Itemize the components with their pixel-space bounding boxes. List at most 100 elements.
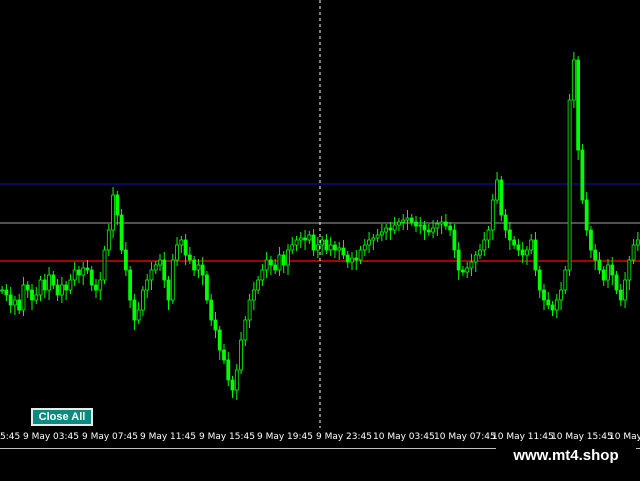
candle-body: [51, 274, 56, 286]
candle-body: [563, 269, 568, 291]
price-chart[interactable]: [0, 0, 640, 428]
candle-body: [426, 229, 431, 233]
candle-body: [448, 225, 453, 231]
candle-body: [213, 319, 218, 331]
time-label: 9 May 11:45: [140, 432, 196, 442]
candle-body: [631, 244, 636, 261]
candle-body: [239, 339, 243, 371]
candle-body: [209, 299, 214, 321]
candle-body: [422, 224, 427, 231]
candle-body: [610, 264, 615, 276]
candle-body: [495, 179, 499, 201]
candle-body: [298, 237, 303, 241]
candle-body: [136, 309, 141, 321]
candle-body: [576, 59, 581, 151]
candle-body: [358, 249, 363, 261]
candle-body: [13, 299, 17, 306]
time-label: 9 May 19:45: [257, 432, 313, 442]
candle-body: [34, 294, 39, 301]
candle-body: [328, 244, 333, 251]
candle-body: [533, 239, 538, 271]
candle-body: [418, 224, 423, 227]
candle-body: [320, 239, 325, 246]
candle-body: [567, 99, 572, 271]
candle-body: [315, 244, 320, 251]
candle-body: [30, 289, 34, 301]
candle-body: [431, 227, 435, 233]
candle-body: [303, 237, 307, 241]
time-label: 9 May 15:45: [199, 432, 255, 442]
candle-body: [4, 289, 9, 296]
candle-body: [443, 221, 448, 227]
candle-body: [119, 214, 124, 251]
candle-body: [183, 239, 188, 256]
candle-body: [8, 294, 13, 306]
candle-body: [243, 319, 248, 341]
candle-body: [542, 289, 546, 301]
candle-body: [409, 217, 414, 223]
candle-body: [205, 274, 209, 301]
candle-body: [618, 289, 623, 301]
candle-body: [435, 223, 440, 229]
candle-body: [230, 379, 235, 391]
candle-body: [559, 289, 563, 301]
candle-body: [375, 234, 380, 239]
candle-body: [486, 229, 491, 241]
candle-body: [72, 269, 77, 281]
candle-body: [584, 199, 589, 231]
candle-body: [405, 217, 410, 221]
candle-body: [461, 269, 465, 273]
candle-body: [281, 254, 286, 266]
candle-body: [337, 247, 342, 251]
time-label: 10 May 07:45: [434, 432, 496, 442]
candle-body: [537, 269, 542, 291]
candle-body: [482, 239, 487, 251]
candle-body: [42, 279, 47, 291]
candle-body: [25, 284, 30, 291]
candle-body: [166, 279, 171, 301]
candle-body: [81, 267, 86, 276]
candle-body: [175, 244, 179, 261]
candle-body: [465, 267, 470, 273]
candle-body: [520, 249, 525, 256]
candle-body: [286, 249, 290, 266]
candle-body: [59, 284, 64, 296]
candle-body: [85, 267, 90, 271]
time-label: 9 May 07:45: [82, 432, 138, 442]
candle-body: [580, 149, 585, 201]
candle-body: [200, 264, 205, 276]
time-label: 10 May: [609, 432, 640, 442]
candle-body: [47, 274, 51, 291]
candle-body: [89, 269, 94, 286]
candle-body: [516, 244, 521, 251]
candle-body: [589, 229, 593, 251]
candle-body: [507, 229, 512, 241]
candle-body: [234, 369, 239, 391]
candle-body: [362, 244, 367, 251]
candle-body: [606, 264, 610, 281]
candle-body: [145, 279, 150, 291]
candle-body: [179, 239, 184, 246]
candle-body: [251, 289, 256, 301]
candle-body: [627, 259, 632, 281]
candle-body: [512, 239, 517, 246]
candle-body: [294, 239, 299, 246]
candle-body: [354, 257, 359, 261]
candlestick-plot: [0, 0, 640, 428]
candle-body: [414, 221, 418, 227]
candle-body: [115, 194, 120, 216]
candle-body: [439, 221, 444, 225]
candle-body: [149, 269, 154, 281]
candle-body: [21, 284, 26, 311]
candle-body: [196, 264, 201, 271]
candle-body: [192, 259, 197, 271]
candle-body: [111, 194, 115, 231]
candle-body: [77, 269, 81, 276]
candle-body: [128, 269, 133, 301]
candle-body: [141, 289, 145, 311]
close-all-button[interactable]: Close All: [31, 408, 93, 426]
candle-body: [264, 259, 269, 271]
candle-body: [478, 249, 482, 256]
candle-body: [397, 221, 401, 226]
time-label: 10 May 15:45: [551, 432, 613, 442]
